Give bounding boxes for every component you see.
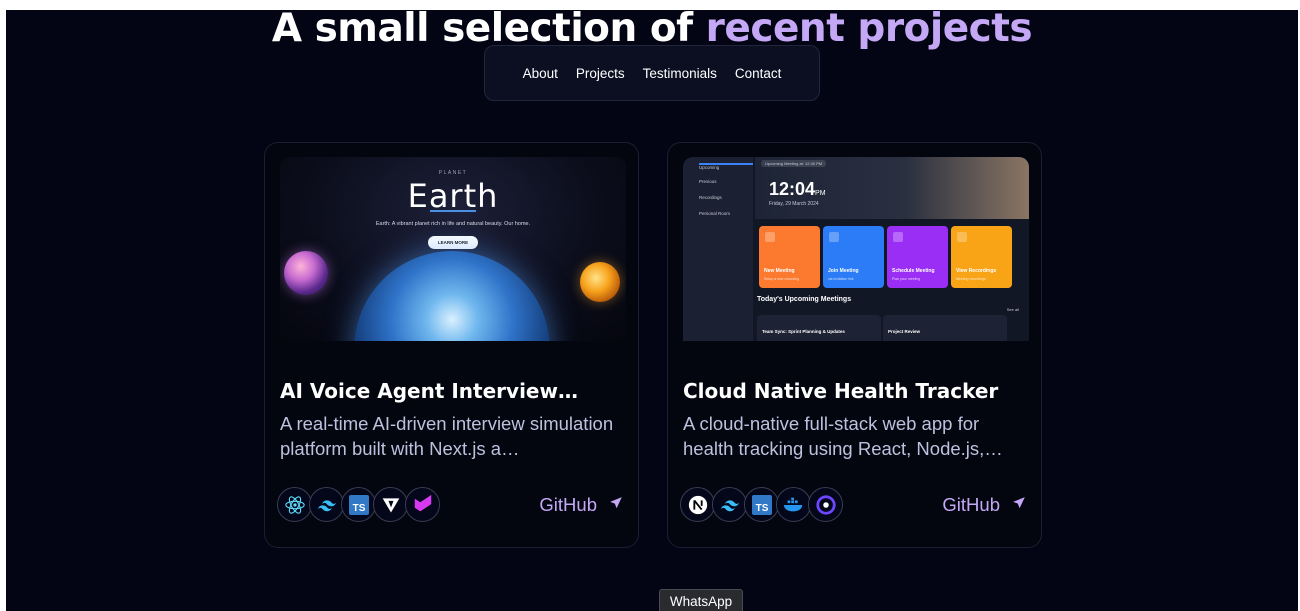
tile-view-recordings: View Recordings Meeting recordings bbox=[951, 226, 1012, 288]
thumbnail-tag: PLANET bbox=[438, 170, 468, 176]
nav-projects[interactable]: Projects bbox=[576, 66, 625, 81]
see-all-link: See all bbox=[1006, 307, 1019, 312]
sidebar-item-previous: Previous bbox=[699, 179, 717, 184]
tile-sub: Meeting recordings bbox=[956, 277, 986, 281]
calendar-icon bbox=[893, 232, 903, 242]
svg-text:TS: TS bbox=[755, 503, 768, 514]
tile-sub: via invitation link bbox=[828, 277, 854, 281]
nav-testimonials[interactable]: Testimonials bbox=[643, 66, 717, 81]
clerk-icon bbox=[808, 487, 843, 522]
github-link-label: GitHub bbox=[942, 494, 1000, 515]
nav-contact[interactable]: Contact bbox=[735, 66, 782, 81]
nav-about[interactable]: About bbox=[523, 66, 558, 81]
react-icon bbox=[277, 487, 312, 522]
project-thumbnail: PLANET Earth Earth: A vibrant planet ric… bbox=[280, 157, 626, 341]
purple-planet-image bbox=[284, 251, 328, 295]
nextjs-icon bbox=[680, 487, 715, 522]
tile-label: Schedule Meeting bbox=[892, 268, 935, 274]
typescript-icon: TS bbox=[744, 487, 779, 522]
svg-text:TS: TS bbox=[352, 503, 365, 514]
upcoming-section-title: Today's Upcoming Meetings bbox=[757, 296, 852, 303]
tile-sub: Setup a new recording bbox=[764, 277, 800, 281]
tile-join-meeting: Join Meeting via invitation link bbox=[823, 226, 884, 288]
tile-label: New Meeting bbox=[764, 268, 795, 274]
tech-stack-icons: TS bbox=[277, 487, 440, 522]
project-thumbnail: Upcoming Previous Recordings Personal Ro… bbox=[683, 157, 1029, 341]
project-title: AI Voice Agent Interview… bbox=[280, 379, 578, 403]
floating-navbar: About Projects Testimonials Contact bbox=[484, 45, 820, 101]
meeting-title: Team Sync: Sprint Planning & Updates bbox=[762, 329, 845, 334]
sidebar-item-personal-room: Personal Room bbox=[699, 211, 731, 216]
project-description: A real-time AI-driven interview simulati… bbox=[280, 413, 614, 459]
sidebar-item-upcoming: Upcoming bbox=[699, 163, 753, 173]
thumbnail-learn-more-button: LEARN MORE bbox=[428, 236, 478, 249]
whatsapp-button[interactable]: WhatsApp bbox=[659, 589, 743, 611]
typescript-icon: TS bbox=[341, 487, 376, 522]
tile-sub: Plan your meeting bbox=[892, 277, 921, 281]
dashboard-clock: 12:04PM bbox=[769, 179, 826, 200]
project-card-ai-voice-agent[interactable]: PLANET Earth Earth: A vibrant planet ric… bbox=[264, 142, 639, 548]
location-arrow-icon bbox=[609, 496, 623, 514]
clock-suffix: PM bbox=[815, 190, 826, 197]
tailwind-icon bbox=[712, 487, 747, 522]
docker-icon bbox=[776, 487, 811, 522]
tech-stack-icons: TS bbox=[680, 487, 843, 522]
user-add-icon bbox=[829, 232, 839, 242]
github-link-label: GitHub bbox=[539, 494, 597, 515]
tile-new-meeting: New Meeting Setup a new recording bbox=[759, 226, 820, 288]
meeting-card: Project Review bbox=[883, 315, 1007, 341]
upcoming-pill: Upcoming Meeting at: 12:30 PM bbox=[761, 160, 827, 167]
action-tiles: New Meeting Setup a new recording Join Me… bbox=[759, 226, 1012, 288]
tile-schedule-meeting: Schedule Meeting Plan your meeting bbox=[887, 226, 948, 288]
mui-icon bbox=[405, 487, 440, 522]
github-link[interactable]: GitHub bbox=[539, 494, 623, 516]
orange-planet-image bbox=[580, 262, 620, 302]
dashboard-date: Friday, 29 March 2024 bbox=[769, 201, 819, 207]
sidebar-item-recordings: Recordings bbox=[699, 195, 722, 200]
page: A small selection of recent projects Abo… bbox=[6, 10, 1298, 611]
tile-label: View Recordings bbox=[956, 268, 997, 274]
plus-icon bbox=[765, 232, 775, 242]
heading-underline bbox=[430, 210, 476, 212]
clock-time: 12:04 bbox=[769, 179, 816, 199]
project-card-health-tracker[interactable]: Upcoming Previous Recordings Personal Ro… bbox=[667, 142, 1042, 548]
vite-icon bbox=[373, 487, 408, 522]
project-description: A cloud-native full-stack web app for he… bbox=[683, 413, 1003, 459]
github-link[interactable]: GitHub bbox=[942, 494, 1026, 516]
location-arrow-icon bbox=[1012, 496, 1026, 514]
video-icon bbox=[957, 232, 967, 242]
project-title: Cloud Native Health Tracker bbox=[683, 379, 999, 403]
earth-planet-image bbox=[354, 251, 550, 341]
meeting-title: Project Review bbox=[888, 329, 921, 334]
dashboard-sidebar: Upcoming Previous Recordings Personal Ro… bbox=[683, 157, 753, 341]
tile-label: Join Meeting bbox=[828, 268, 859, 274]
thumbnail-subtitle: Earth: A vibrant planet rich in life and… bbox=[375, 221, 531, 227]
meeting-card: Team Sync: Sprint Planning & Updates bbox=[757, 315, 881, 341]
tailwind-icon bbox=[309, 487, 344, 522]
